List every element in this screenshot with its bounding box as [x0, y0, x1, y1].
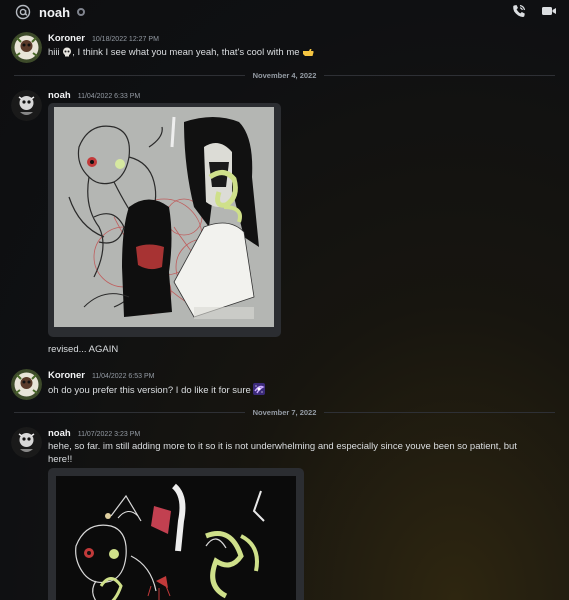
artwork-image[interactable] [56, 476, 296, 600]
message-text-part: , I think I see what you mean yeah, that… [72, 47, 300, 58]
avatar[interactable] [11, 369, 42, 400]
message-text: oh do you prefer this version? I do like… [48, 383, 266, 399]
timestamp: 11/07/2022 3:23 PM [77, 431, 141, 438]
video-call-icon[interactable] [541, 3, 557, 19]
message-text-line: hehe, so far. im still adding more to it… [48, 441, 517, 452]
date-divider: November 4, 2022 [14, 69, 555, 81]
message-text-part: hiii [48, 47, 60, 58]
status-indicator-icon [77, 8, 86, 16]
date-divider-label: November 7, 2022 [252, 407, 317, 417]
pointing-hand-emoji-icon [302, 46, 314, 61]
username[interactable]: noah [48, 90, 71, 101]
skull-emoji-icon [62, 47, 72, 61]
date-divider: November 7, 2022 [14, 406, 555, 418]
message: Koroner 10/18/2022 12:27 PM hiii , I thi… [0, 30, 569, 66]
avatar[interactable] [11, 32, 42, 63]
username[interactable]: noah [48, 428, 71, 439]
message-text: hiii , I think I see what you mean yeah,… [48, 46, 314, 61]
dm-recipient-name[interactable]: noah [39, 5, 70, 20]
username[interactable]: Koroner [48, 33, 85, 44]
timestamp: 10/18/2022 12:27 PM [91, 36, 159, 43]
message-text: revised... AGAIN [48, 344, 119, 355]
avatar[interactable] [11, 90, 42, 121]
message-text-line: here!! [48, 454, 73, 465]
artwork-image[interactable] [54, 107, 274, 327]
galaxy-emoji-icon [253, 383, 266, 399]
message: Koroner 11/04/2022 6:53 PM oh do you pre… [0, 368, 569, 402]
date-divider-label: November 4, 2022 [252, 70, 317, 80]
username[interactable]: Koroner [48, 370, 85, 381]
at-icon [14, 3, 32, 21]
image-attachment[interactable] [48, 468, 304, 600]
message-text-part: oh do you prefer this version? I do like… [48, 385, 251, 396]
timestamp: 11/04/2022 6:53 PM [91, 373, 155, 380]
message: noah 11/07/2022 3:23 PM hehe, so far. im… [0, 424, 569, 468]
channel-header: noah [0, 0, 569, 24]
image-attachment[interactable] [48, 103, 281, 337]
timestamp: 11/04/2022 6:33 PM [77, 93, 141, 100]
header-actions [511, 3, 557, 19]
avatar[interactable] [11, 427, 42, 458]
phone-call-icon[interactable] [511, 3, 527, 19]
